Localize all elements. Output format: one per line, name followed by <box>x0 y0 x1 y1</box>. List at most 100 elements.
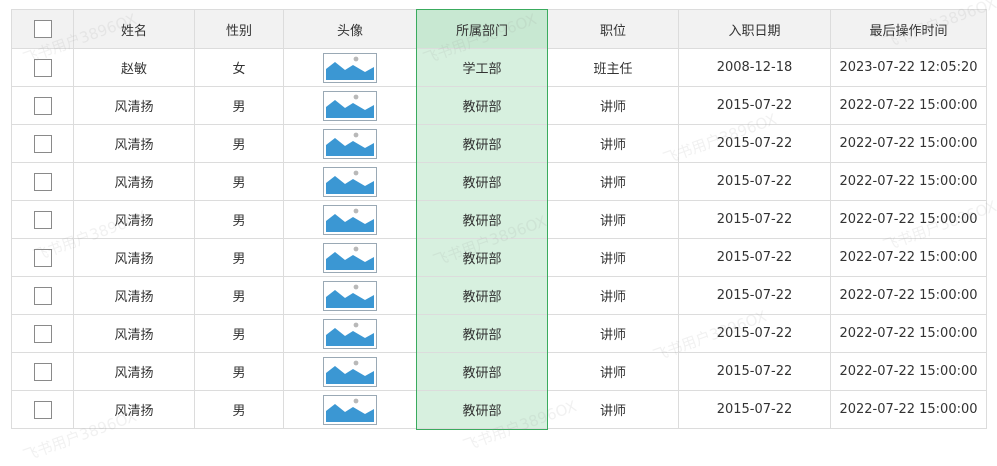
cell-department: 教研部 <box>416 314 548 353</box>
cell-name: 风清扬 <box>73 276 195 315</box>
cell-last-updated: 2022-07-22 15:00:00 <box>830 314 987 353</box>
cell-name: 赵敏 <box>73 48 195 87</box>
table-row[interactable]: 风清扬男 教研部 讲师 2015-07-22 2022-07-22 15:00:00 <box>11 124 987 163</box>
col-header-avatar[interactable]: 头像 <box>283 9 417 49</box>
cell-department: 教研部 <box>416 352 548 391</box>
row-select-cell <box>11 86 74 125</box>
table-row[interactable]: 风清扬男 教研部 讲师 2015-07-22 2022-07-22 15:00:00 <box>11 390 987 429</box>
row-select-cell <box>11 124 74 163</box>
table-row[interactable]: 风清扬男 教研部 讲师 2015-07-22 2022-07-22 15:00:00 <box>11 238 987 277</box>
cell-gender: 男 <box>194 86 284 125</box>
cell-gender: 男 <box>194 276 284 315</box>
cell-last-updated: 2022-07-22 15:00:00 <box>830 124 987 163</box>
cell-position: 讲师 <box>547 352 679 391</box>
row-select-cell <box>11 162 74 201</box>
table-row[interactable]: 风清扬男 教研部 讲师 2015-07-22 2022-07-22 15:00:00 <box>11 352 987 391</box>
image-placeholder-icon[interactable] <box>323 128 377 159</box>
cell-last-updated: 2022-07-22 15:00:00 <box>830 390 987 429</box>
cell-department: 教研部 <box>416 276 548 315</box>
cell-entry-date: 2015-07-22 <box>678 314 831 353</box>
cell-name: 风清扬 <box>73 352 195 391</box>
cell-position: 讲师 <box>547 390 679 429</box>
cell-name: 风清扬 <box>73 390 195 429</box>
cell-avatar <box>283 238 417 277</box>
cell-name: 风清扬 <box>73 124 195 163</box>
image-placeholder-icon[interactable] <box>323 52 377 83</box>
cell-position: 讲师 <box>547 238 679 277</box>
row-select-cell <box>11 48 74 87</box>
row-checkbox[interactable] <box>33 172 52 191</box>
col-header-last-updated[interactable]: 最后操作时间 <box>830 9 987 49</box>
cell-department: 教研部 <box>416 162 548 201</box>
col-header-name[interactable]: 姓名 <box>73 9 195 49</box>
row-select-cell <box>11 390 74 429</box>
image-placeholder-icon[interactable] <box>323 280 377 311</box>
table-row[interactable]: 风清扬男 教研部 讲师 2015-07-22 2022-07-22 15:00:00 <box>11 162 987 201</box>
cell-entry-date: 2015-07-22 <box>678 162 831 201</box>
row-checkbox[interactable] <box>33 324 52 343</box>
col-header-position[interactable]: 职位 <box>547 9 679 49</box>
table-row[interactable]: 风清扬男 教研部 讲师 2015-07-22 2022-07-22 15:00:00 <box>11 314 987 353</box>
cell-avatar <box>283 352 417 391</box>
image-placeholder-icon[interactable] <box>323 318 377 349</box>
cell-position: 讲师 <box>547 86 679 125</box>
row-checkbox[interactable] <box>33 286 52 305</box>
row-checkbox[interactable] <box>33 210 52 229</box>
cell-name: 风清扬 <box>73 238 195 277</box>
table-row[interactable]: 赵敏女 学工部 班主任 2008-12-18 2023-07-22 12:05:20 <box>11 48 987 87</box>
table-row[interactable]: 风清扬男 教研部 讲师 2015-07-22 2022-07-22 15:00:00 <box>11 200 987 239</box>
image-placeholder-icon[interactable] <box>323 90 377 121</box>
cell-gender: 男 <box>194 390 284 429</box>
image-placeholder-icon[interactable] <box>323 356 377 387</box>
row-select-cell <box>11 238 74 277</box>
cell-department: 教研部 <box>416 200 548 239</box>
employee-table: 姓名 性别 头像 所属部门 职位 入职日期 最后操作时间 赵敏女 学工部 班主任 20… <box>11 9 987 429</box>
row-select-cell <box>11 200 74 239</box>
row-select-cell <box>11 276 74 315</box>
cell-position: 班主任 <box>547 48 679 87</box>
row-checkbox[interactable] <box>33 96 52 115</box>
cell-last-updated: 2022-07-22 15:00:00 <box>830 86 987 125</box>
cell-position: 讲师 <box>547 162 679 201</box>
image-placeholder-icon[interactable] <box>323 166 377 197</box>
cell-department: 学工部 <box>416 48 548 87</box>
row-checkbox[interactable] <box>33 58 52 77</box>
cell-last-updated: 2022-07-22 15:00:00 <box>830 200 987 239</box>
row-select-cell <box>11 314 74 353</box>
cell-position: 讲师 <box>547 124 679 163</box>
image-placeholder-icon[interactable] <box>323 242 377 273</box>
cell-gender: 男 <box>194 352 284 391</box>
col-header-gender[interactable]: 性别 <box>194 9 284 49</box>
cell-avatar <box>283 124 417 163</box>
cell-entry-date: 2015-07-22 <box>678 124 831 163</box>
cell-entry-date: 2015-07-22 <box>678 200 831 239</box>
row-checkbox[interactable] <box>33 248 52 267</box>
cell-avatar <box>283 314 417 353</box>
cell-gender: 男 <box>194 314 284 353</box>
row-checkbox[interactable] <box>33 400 52 419</box>
cell-entry-date: 2015-07-22 <box>678 352 831 391</box>
cell-last-updated: 2022-07-22 15:00:00 <box>830 352 987 391</box>
row-select-cell <box>11 352 74 391</box>
cell-gender: 男 <box>194 238 284 277</box>
row-checkbox[interactable] <box>33 134 52 153</box>
cell-gender: 男 <box>194 200 284 239</box>
col-header-entry-date[interactable]: 入职日期 <box>678 9 831 49</box>
select-all-checkbox[interactable] <box>33 20 52 38</box>
table-row[interactable]: 风清扬男 教研部 讲师 2015-07-22 2022-07-22 15:00:00 <box>11 276 987 315</box>
cell-avatar <box>283 200 417 239</box>
select-all-cell <box>11 9 74 49</box>
cell-department: 教研部 <box>416 86 548 125</box>
cell-avatar <box>283 390 417 429</box>
table-header-row: 姓名 性别 头像 所属部门 职位 入职日期 最后操作时间 <box>11 9 987 49</box>
cell-name: 风清扬 <box>73 314 195 353</box>
table-row[interactable]: 风清扬男 教研部 讲师 2015-07-22 2022-07-22 15:00:00 <box>11 86 987 125</box>
row-checkbox[interactable] <box>33 362 52 381</box>
cell-gender: 女 <box>194 48 284 87</box>
cell-gender: 男 <box>194 162 284 201</box>
image-placeholder-icon[interactable] <box>323 204 377 235</box>
col-header-department[interactable]: 所属部门 <box>416 9 548 49</box>
image-placeholder-icon[interactable] <box>323 394 377 425</box>
cell-entry-date: 2015-07-22 <box>678 390 831 429</box>
cell-avatar <box>283 162 417 201</box>
